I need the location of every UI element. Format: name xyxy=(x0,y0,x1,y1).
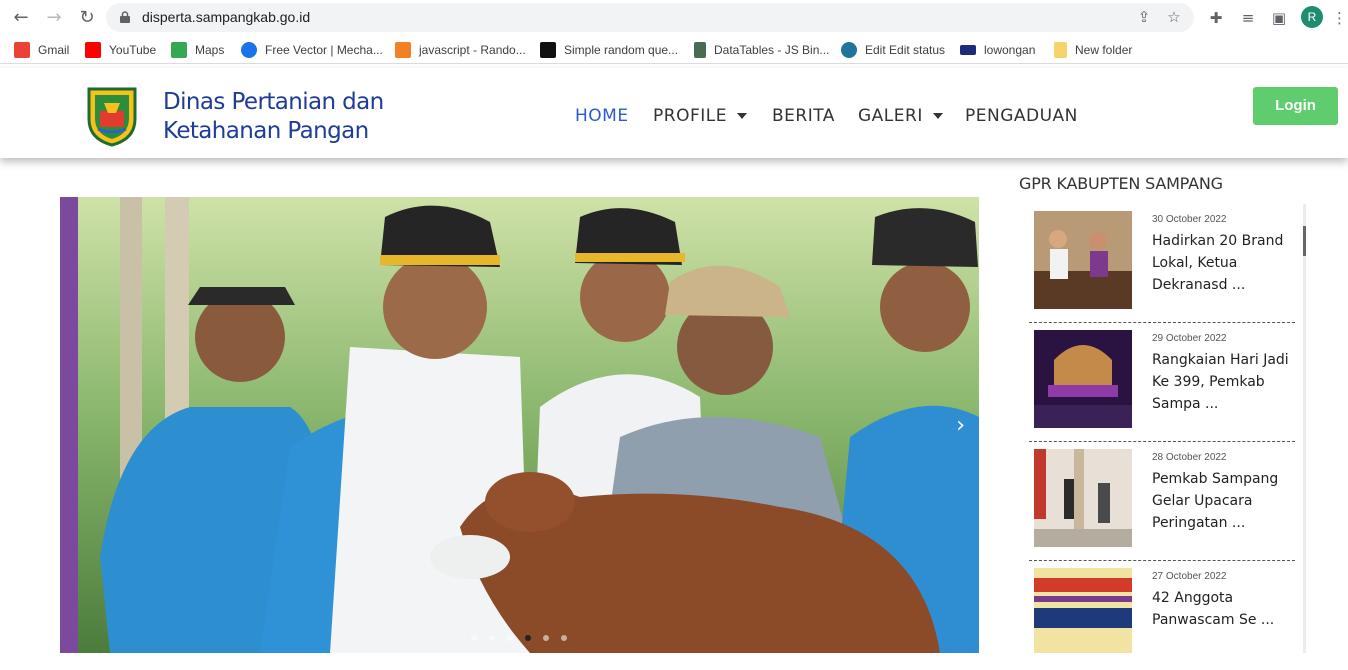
folder-icon xyxy=(1054,42,1067,58)
slider-dot[interactable] xyxy=(561,635,567,641)
menu-kebab-icon[interactable]: ⋮ xyxy=(1332,6,1347,30)
side-panel-icon[interactable]: ▣ xyxy=(1267,6,1291,30)
back-icon[interactable]: ← xyxy=(9,6,33,30)
slider-dot[interactable] xyxy=(471,635,477,641)
news-date: 28 October 2022 xyxy=(1152,452,1227,463)
address-bar[interactable]: disperta.sampangkab.go.id ⇪ ☆ xyxy=(106,3,1194,32)
share-icon[interactable]: ⇪ xyxy=(1134,7,1154,27)
freevector-icon xyxy=(241,42,257,58)
maps-icon xyxy=(171,42,187,58)
slider-dot-active[interactable] xyxy=(525,635,531,641)
media-icon[interactable]: ≡ xyxy=(1236,6,1260,30)
bookmark-maps[interactable]: Maps xyxy=(171,40,224,60)
news-title[interactable]: Rangkaian Hari Jadi Ke 399, Pemkab Sampa… xyxy=(1152,349,1292,415)
lock-icon xyxy=(120,11,130,23)
slider-dot[interactable] xyxy=(489,635,495,641)
site-header: Dinas Pertanian dan Ketahanan Pangan HOM… xyxy=(0,68,1348,158)
lowongan-icon xyxy=(960,45,976,55)
news-title[interactable]: Pemkab Sampang Gelar Upacara Peringatan … xyxy=(1152,468,1292,534)
bookmark-stackoverflow[interactable]: javascript - Rando... xyxy=(395,40,526,60)
news-list: 30 October 2022 Hadirkan 20 Brand Lokal,… xyxy=(1029,204,1295,653)
nav-home[interactable]: HOME xyxy=(575,106,629,126)
profile-avatar[interactable]: R xyxy=(1301,6,1323,28)
nav-profile[interactable]: PROFILE xyxy=(653,106,747,126)
youtube-icon xyxy=(85,42,101,58)
news-date: 29 October 2022 xyxy=(1152,333,1227,344)
hero-slider[interactable]: › xyxy=(60,197,979,653)
gmail-icon xyxy=(14,42,30,58)
sidebar-scroll-thumb[interactable] xyxy=(1303,226,1306,256)
news-date: 27 October 2022 xyxy=(1152,571,1227,582)
browser-toolbar: ← → ↻ disperta.sampangkab.go.id ⇪ ☆ ✚ ≡ … xyxy=(0,0,1348,36)
reload-icon[interactable]: ↻ xyxy=(75,6,99,30)
slider-dots xyxy=(471,635,579,641)
bookmark-wordpress[interactable]: Edit Edit status xyxy=(841,40,945,60)
news-thumbnail xyxy=(1034,330,1132,428)
slider-dot[interactable] xyxy=(507,635,513,641)
news-thumbnail xyxy=(1034,449,1132,547)
chevron-right-icon[interactable]: › xyxy=(956,413,965,438)
stackoverflow-icon xyxy=(395,42,411,58)
bookmark-new-folder[interactable]: New folder xyxy=(1054,40,1132,60)
forward-icon[interactable]: → xyxy=(42,6,66,30)
bookmark-youtube[interactable]: YouTube xyxy=(85,40,156,60)
news-item[interactable]: 30 October 2022 Hadirkan 20 Brand Lokal,… xyxy=(1029,204,1295,323)
extensions-icon[interactable]: ✚ xyxy=(1204,6,1228,30)
news-thumbnail xyxy=(1034,211,1132,309)
slider-dot[interactable] xyxy=(543,635,549,641)
site-brand[interactable]: Dinas Pertanian dan Ketahanan Pangan xyxy=(163,88,384,146)
news-item[interactable]: 28 October 2022 Pemkab Sampang Gelar Upa… xyxy=(1029,442,1295,561)
news-item[interactable]: 29 October 2022 Rangkaian Hari Jadi Ke 3… xyxy=(1029,323,1295,442)
medium-icon xyxy=(540,42,556,58)
jsbin-icon xyxy=(694,42,706,58)
bookmark-medium[interactable]: Simple random que... xyxy=(540,40,678,60)
nav-berita[interactable]: BERITA xyxy=(772,106,835,126)
caret-down-icon xyxy=(736,113,747,119)
news-date: 30 October 2022 xyxy=(1152,214,1227,225)
url-text[interactable]: disperta.sampangkab.go.id xyxy=(142,9,310,25)
caret-down-icon xyxy=(932,113,943,119)
bookmark-gmail[interactable]: Gmail xyxy=(14,40,69,60)
sidebar-scrollbar[interactable] xyxy=(1303,204,1306,653)
star-icon[interactable]: ☆ xyxy=(1164,7,1184,27)
bookmark-jsbin[interactable]: DataTables - JS Bin... xyxy=(694,40,829,60)
news-title[interactable]: Hadirkan 20 Brand Lokal, Ketua Dekranasd… xyxy=(1152,230,1292,296)
sidebar-title: GPR KABUPTEN SAMPANG xyxy=(1019,174,1223,193)
bookmark-lowongan[interactable]: lowongan xyxy=(960,40,1035,60)
wordpress-icon xyxy=(841,42,857,58)
slide-photo xyxy=(60,197,979,653)
login-button[interactable]: Login xyxy=(1253,87,1338,125)
sampang-logo[interactable] xyxy=(86,85,138,147)
nav-galeri[interactable]: GALERI xyxy=(858,106,943,126)
news-thumbnail xyxy=(1034,568,1132,653)
news-title[interactable]: 42 Anggota Panwascam Se ... xyxy=(1152,587,1292,631)
news-item[interactable]: 27 October 2022 42 Anggota Panwascam Se … xyxy=(1029,561,1295,653)
nav-pengaduan[interactable]: PENGADUAN xyxy=(965,106,1078,126)
bookmarks-bar: Gmail YouTube Maps Free Vector | Mecha..… xyxy=(0,36,1348,64)
bookmark-freevector[interactable]: Free Vector | Mecha... xyxy=(241,40,383,60)
